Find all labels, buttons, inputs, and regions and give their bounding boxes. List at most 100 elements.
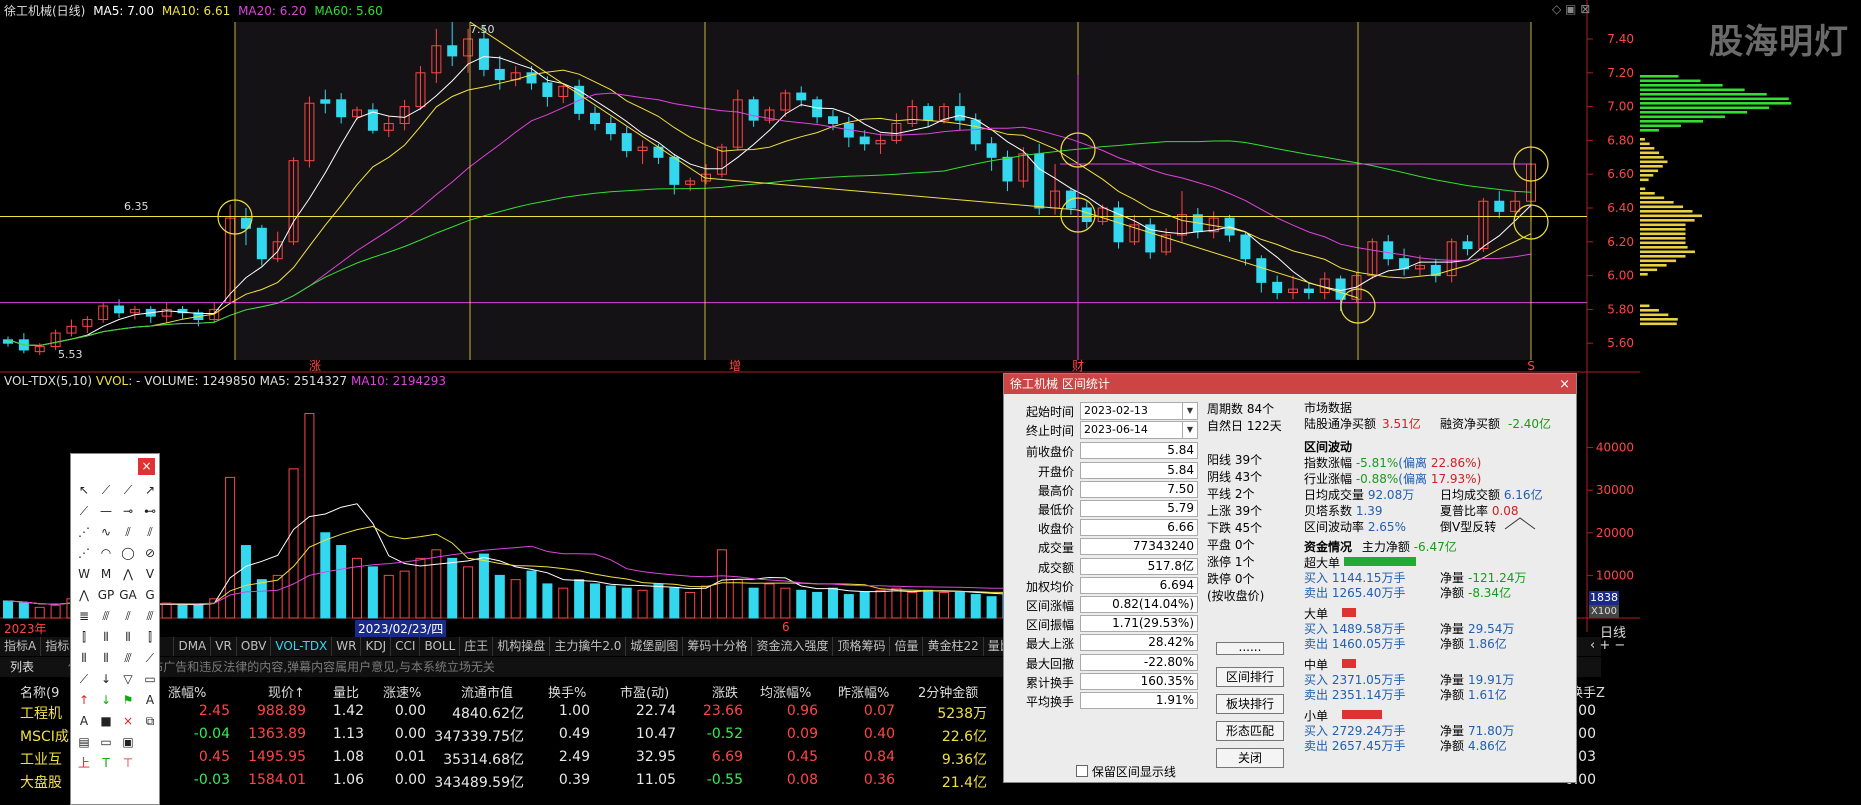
indicator-tab[interactable]: DMA [174,637,212,656]
field-value[interactable]: 160.35% [1080,672,1198,690]
grid-icon[interactable]: ⫻ [139,606,161,627]
range-icon[interactable]: ⦀ [73,648,95,669]
field-value[interactable]: -22.80% [1080,653,1198,671]
indicator-tab[interactable]: 庄王 [460,637,494,656]
channel-icon[interactable]: ⫽ [117,522,139,543]
up-arrow-icon[interactable]: ↑ [73,690,95,711]
field-value[interactable]: 0.82(14.04%) [1080,596,1198,613]
dialog-button[interactable]: 区间排行 [1216,667,1284,687]
text2-icon[interactable]: A [73,711,95,732]
trend-icon[interactable]: ⟋ [73,669,95,690]
period2-icon[interactable]: ⦀ [95,627,117,648]
indicator-tab[interactable]: 筹码十分格 [683,637,753,656]
period3-icon[interactable]: ⦀ [117,627,139,648]
parallel-icon[interactable]: ⫽ [139,522,161,543]
col-chg[interactable]: 涨幅% [168,682,206,701]
indicator-tab[interactable]: BOLL [420,637,461,656]
indicator-tab[interactable]: 城堡副图 [626,637,684,656]
dialog-button[interactable]: 关闭 [1216,748,1284,768]
col-vr[interactable]: 量比 [333,682,359,701]
col-pe[interactable]: 市盈(动) [620,682,669,701]
col-turn[interactable]: 换手% [548,682,586,701]
copy-icon[interactable]: ⧉ [139,711,161,732]
col-name[interactable]: 名称(9 [20,682,59,701]
hsegment-icon[interactable]: ⊷ [139,501,161,522]
field-value[interactable]: 1.71(29.53%) [1080,615,1198,633]
v-pattern-icon[interactable]: V [139,564,161,585]
dialog-button[interactable]: 形态匹配 [1216,721,1284,741]
screen-icon[interactable]: ▭ [95,732,117,753]
indicator-tab[interactable]: 机构操盘 [493,637,551,656]
dialog-titlebar[interactable]: 徐工机械 区间统计 × [1004,374,1576,394]
hray-icon[interactable]: ⊸ [117,501,139,522]
delete-icon[interactable]: × [117,711,139,732]
field-value[interactable]: 7.50 [1080,480,1198,498]
period4-icon[interactable]: ⫿ [139,627,161,648]
col-prev[interactable]: 昨涨幅% [838,682,889,701]
zoom-controls[interactable]: ‹ + − [1590,638,1625,653]
indicator-tab[interactable]: 倍量 [890,637,924,656]
note-icon[interactable]: ▤ [73,732,95,753]
dialog-button[interactable]: 板块排行 [1216,694,1284,714]
field-value[interactable]: 5.84 [1080,442,1198,460]
vline-icon[interactable]: ⋰ [73,522,95,543]
w-pattern-icon[interactable]: W [73,564,95,585]
close-icon[interactable]: × [138,458,155,475]
chevron-down-icon[interactable]: ▼ [1182,422,1197,439]
ga-icon[interactable]: GA [117,585,139,606]
indicator-tab[interactable]: 主力擒牛2.0 [550,637,627,656]
indicator-tab[interactable]: CCI [391,637,421,656]
date-picker[interactable]: 2023-02-13 ▼ [1080,402,1198,420]
picture-icon[interactable]: ▣ [117,732,139,753]
gann-icon[interactable]: ⋀ [73,585,95,606]
col-avg[interactable]: 均涨幅% [760,682,811,701]
circle-icon[interactable]: ◯ [117,543,139,564]
arc-icon[interactable]: ◠ [95,543,117,564]
col-price[interactable]: 现价↑ [268,682,305,701]
indicator-tab[interactable]: VR [211,637,237,656]
segment-icon[interactable]: ⟋ [73,501,95,522]
range3-icon[interactable]: ⫻ [117,648,139,669]
rect-icon[interactable]: ▭ [139,669,161,690]
down-mark-icon[interactable]: T [95,753,117,774]
field-value[interactable]: 6.66 [1080,519,1198,537]
line-icon[interactable]: ⟋ [95,480,117,501]
indicator-tab[interactable]: 资金流入强度 [752,637,834,656]
col-diff[interactable]: 涨跌 [712,682,738,701]
col-amt2[interactable]: 2分钟金额 [918,682,978,701]
field-value[interactable]: 6.694 [1080,576,1198,594]
field-value[interactable]: 28.42% [1080,634,1198,652]
zigzag-icon[interactable]: ⋀ [117,564,139,585]
triangle-icon[interactable]: ▽ [117,669,139,690]
fan-icon[interactable]: ⫻ [95,606,117,627]
period-icon[interactable]: ⫿ [73,627,95,648]
indicator-tab[interactable]: 顶格筹码 [833,637,891,656]
g-icon[interactable]: G [139,585,161,606]
field-value[interactable]: 77343240 [1080,538,1198,556]
speed-icon[interactable]: ⫽ [117,606,139,627]
dialog-close-icon[interactable]: × [1559,375,1570,395]
keep-display-checkbox[interactable]: 保留区间显示线 [1076,763,1176,780]
fib-icon[interactable]: ⋰ [73,543,95,564]
gp-icon[interactable]: GP [95,585,117,606]
field-value[interactable]: 1.91% [1080,692,1198,709]
chevron-down-icon[interactable]: ▼ [1182,403,1197,419]
arrow-line-icon[interactable]: ↗ [139,480,161,501]
indicator-tab[interactable]: KDJ [361,637,392,656]
text-icon[interactable]: A [139,690,161,711]
range4-icon[interactable]: ⟋ [139,648,161,669]
list-button[interactable]: 列表 [10,660,34,674]
dialog-button[interactable]: ...... [1216,641,1284,655]
indicator-tab[interactable]: OBV [237,637,272,656]
flag-icon[interactable]: ⚑ [117,690,139,711]
chart-corner-icons[interactable]: ◇ ▣ ⊠ [1552,2,1590,16]
ray-icon[interactable]: ⟋ [117,480,139,501]
indicator-tab[interactable]: 黄金柱22 [923,637,984,656]
range2-icon[interactable]: ⦀ [95,648,117,669]
bars-icon[interactable]: ≣ [73,606,95,627]
field-value[interactable]: 5.84 [1080,461,1198,479]
field-value[interactable]: 517.8亿 [1080,557,1198,575]
square-icon[interactable]: ■ [95,711,117,732]
mark-icon[interactable]: ⊤ [117,753,139,774]
indicator-tab[interactable]: WR [332,637,362,656]
